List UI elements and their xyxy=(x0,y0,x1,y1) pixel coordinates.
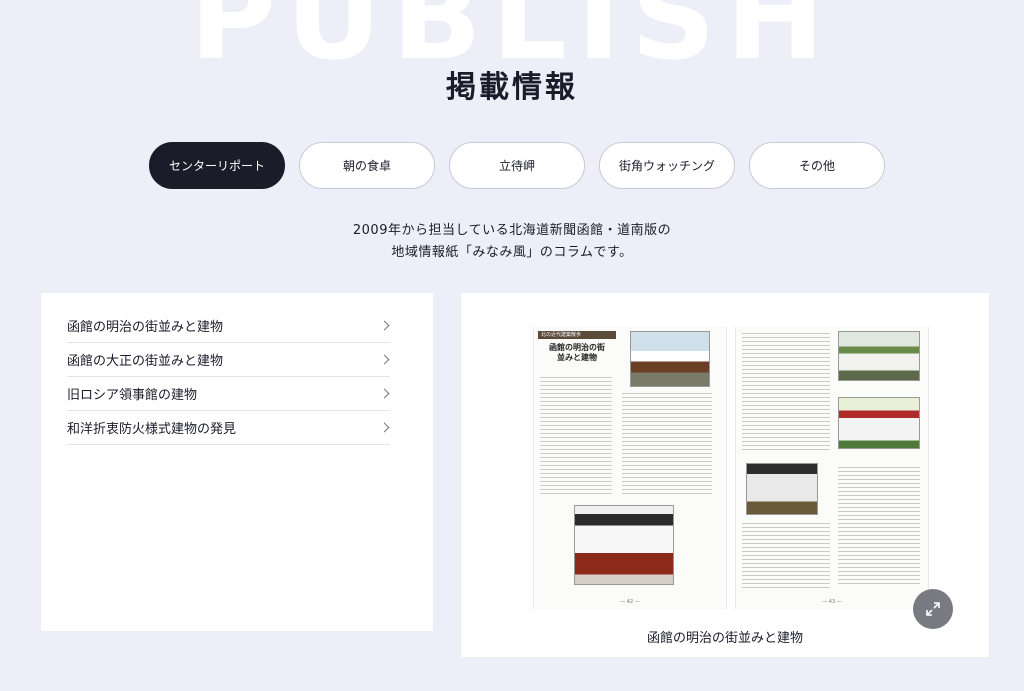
article-list-item[interactable]: 旧ロシア領事館の建物 xyxy=(67,377,390,411)
tab-street-watching[interactable]: 街角ウォッチング xyxy=(599,142,735,189)
building-photo xyxy=(838,397,920,449)
tab-center-report[interactable]: センターリポート xyxy=(149,142,285,189)
article-title: 函館の大正の街並みと建物 xyxy=(67,354,224,369)
article-title: 函館の明治の街並みと建物 xyxy=(67,320,224,335)
page-number: — 42 — xyxy=(620,599,640,605)
expand-arrows-icon xyxy=(926,602,940,616)
section-title: 掲載情報 xyxy=(446,70,578,105)
tab-other[interactable]: その他 xyxy=(749,142,885,189)
tab-morning-table[interactable]: 朝の食卓 xyxy=(299,142,435,189)
article-list-item[interactable]: 和洋折衷防火様式建物の発見 xyxy=(67,411,390,445)
intro-line-2: 地域情報紙「みなみ風」のコラムです。 xyxy=(391,245,633,260)
intro-line-1: 2009年から担当している北海道新聞函館・道南版の xyxy=(352,223,672,238)
tab-tachimachi-misaki[interactable]: 立待岬 xyxy=(449,142,585,189)
building-photo xyxy=(630,331,710,387)
article-list-item[interactable]: 函館の明治の街並みと建物 xyxy=(67,309,390,343)
expand-button[interactable] xyxy=(913,589,953,629)
article-list-item[interactable]: 函館の大正の街並みと建物 xyxy=(67,343,390,377)
article-preview: 北の近代建築散歩 函館の明治の街並みと建物 — 42 — — 43 — 函館の明… xyxy=(461,293,989,657)
text-column xyxy=(838,467,920,587)
building-photo xyxy=(574,505,674,585)
text-column xyxy=(540,377,612,497)
text-column xyxy=(742,333,830,453)
chevron-right-icon xyxy=(379,388,390,399)
category-tabs: センターリポート 朝の食卓 立待岬 街角ウォッチング その他 xyxy=(149,142,885,189)
newspaper-page-left: 北の近代建築散歩 函館の明治の街並みと建物 — 42 — xyxy=(533,327,727,609)
building-photo xyxy=(838,331,920,381)
article-title: 旧ロシア領事館の建物 xyxy=(67,388,198,403)
text-column xyxy=(622,393,712,497)
article-title: 和洋折衷防火様式建物の発見 xyxy=(67,422,237,437)
building-photo xyxy=(746,463,818,515)
page-number: — 43 — xyxy=(822,599,842,605)
text-column xyxy=(742,523,830,589)
chevron-right-icon xyxy=(379,320,390,331)
preview-caption: 函館の明治の街並みと建物 xyxy=(646,631,803,646)
chevron-right-icon xyxy=(379,422,390,433)
page-headline: 函館の明治の街並みと建物 xyxy=(549,342,605,362)
chevron-right-icon xyxy=(379,354,390,365)
newspaper-page-right: — 43 — xyxy=(735,327,929,609)
article-list: 函館の明治の街並みと建物 函館の大正の街並みと建物 旧ロシア領事館の建物 和洋折… xyxy=(41,293,433,631)
newspaper-spread-image: 北の近代建築散歩 函館の明治の街並みと建物 — 42 — — 43 — xyxy=(533,327,929,609)
intro-text: 2009年から担当している北海道新聞函館・道南版の 地域情報紙「みなみ風」のコラ… xyxy=(0,220,1024,264)
page-header-label: 北の近代建築散歩 xyxy=(538,331,616,339)
